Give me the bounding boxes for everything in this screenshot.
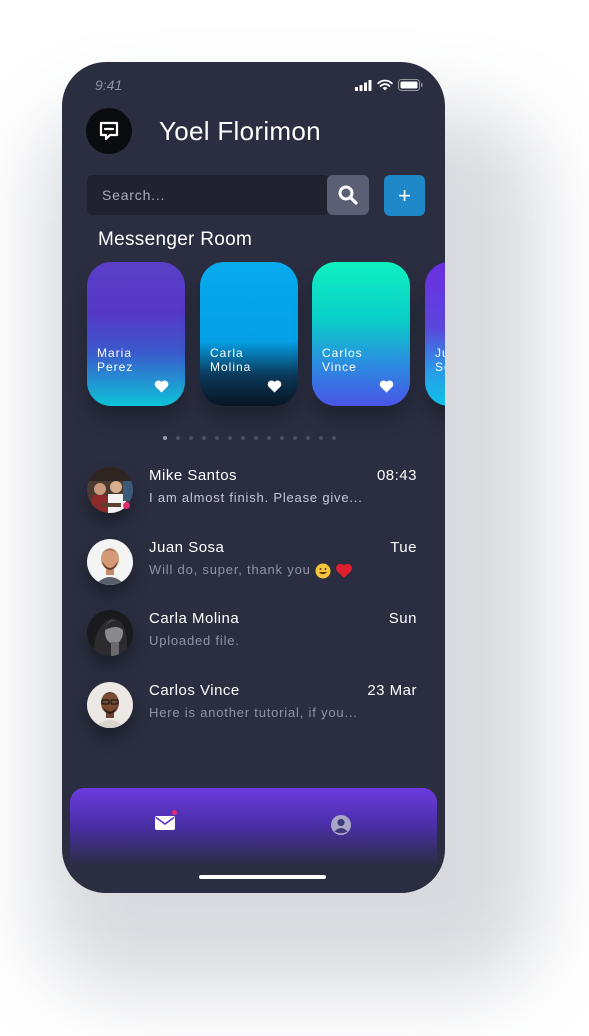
pagination-dot[interactable] [215,436,219,440]
room-card-carlos-vince[interactable]: Carlos Vince [312,262,410,406]
add-button[interactable]: + [384,175,425,216]
signal-icon [355,79,372,91]
battery-icon [398,79,423,91]
chat-row-carlos-vince[interactable]: Carlos Vince 23 Mar Here is another tuto… [87,682,419,738]
heart-icon[interactable] [154,380,169,393]
avatar [87,682,133,728]
profile-icon [331,815,351,835]
chat-bubble-icon [86,108,132,154]
pagination-dot[interactable] [176,436,180,440]
status-icons [355,79,423,91]
room-name: JuSo [435,346,445,374]
room-card-juan-sosa[interactable]: JuSo [425,262,445,406]
search-box [87,175,329,215]
carousel-pagination[interactable] [163,436,336,440]
user-name: Yoel Florimon [159,116,321,146]
chat-time: Sun [388,610,417,627]
chat-name: Carla Molina [149,610,240,627]
chat-time: Tue [390,539,417,556]
avatar [87,610,133,656]
heart-icon[interactable] [267,380,282,393]
pagination-dot[interactable] [202,436,206,440]
chat-message: I am almost finish. Please give... [149,490,363,505]
chat-row-juan-sosa[interactable]: Juan Sosa Tue Will do, super, thank you [87,539,419,595]
notification-badge [172,810,177,815]
chat-name: Mike Santos [149,467,238,484]
nav-messages-button[interactable] [154,810,178,834]
room-name: Carlos Vince [322,346,363,374]
status-time: 9:41 [95,77,123,93]
pagination-dot[interactable] [163,436,167,440]
chat-message: Uploaded file. [149,633,240,648]
room-name: Maria Perez [97,346,134,374]
mail-icon [155,816,175,830]
room-name: Carla Molina [210,346,252,374]
room-carousel[interactable]: MariaPerez CarlaMolina CarlosVince JuSo [87,262,445,412]
chat-row-mike-santos[interactable]: Mike Santos 08:43 I am almost finish. Pl… [87,467,419,523]
search-input[interactable] [102,175,322,215]
unread-badge [123,502,130,509]
chat-name: Juan Sosa [149,539,225,556]
phone-screen: 9:41 Yoel Florimon Search... + Messenger… [62,62,445,893]
avatar [87,539,133,585]
grinning-face-emoji [315,563,331,579]
section-title: Messenger Room [98,229,253,250]
pagination-dot[interactable] [228,436,232,440]
chat-time: 23 Mar [367,682,417,699]
room-card-maria-perez[interactable]: Maria Perez [87,262,185,406]
pagination-dot[interactable] [254,436,258,440]
chat-message: Here is another tutorial, if you... [149,705,358,720]
chat-row-carla-molina[interactable]: Carla Molina Sun Uploaded file. [87,610,419,666]
pagination-dot[interactable] [319,436,323,440]
heart-icon[interactable] [379,380,394,393]
pagination-dot[interactable] [241,436,245,440]
search-button[interactable] [327,175,369,215]
chat-message: Will do, super, thank you [149,562,353,579]
nav-profile-button[interactable] [330,814,352,836]
chat-time: 08:43 [376,467,417,484]
search-icon [338,185,358,205]
wifi-icon [377,79,393,91]
pagination-dot[interactable] [306,436,310,440]
pagination-dot[interactable] [267,436,271,440]
chat-name: Carlos Vince [149,682,240,699]
pagination-dot[interactable] [293,436,297,440]
pagination-dot[interactable] [332,436,336,440]
room-card-carla-molina[interactable]: Carla Molina [200,262,298,406]
home-indicator [199,875,326,879]
red-heart-emoji [335,563,352,578]
pagination-dot[interactable] [189,436,193,440]
pagination-dot[interactable] [280,436,284,440]
